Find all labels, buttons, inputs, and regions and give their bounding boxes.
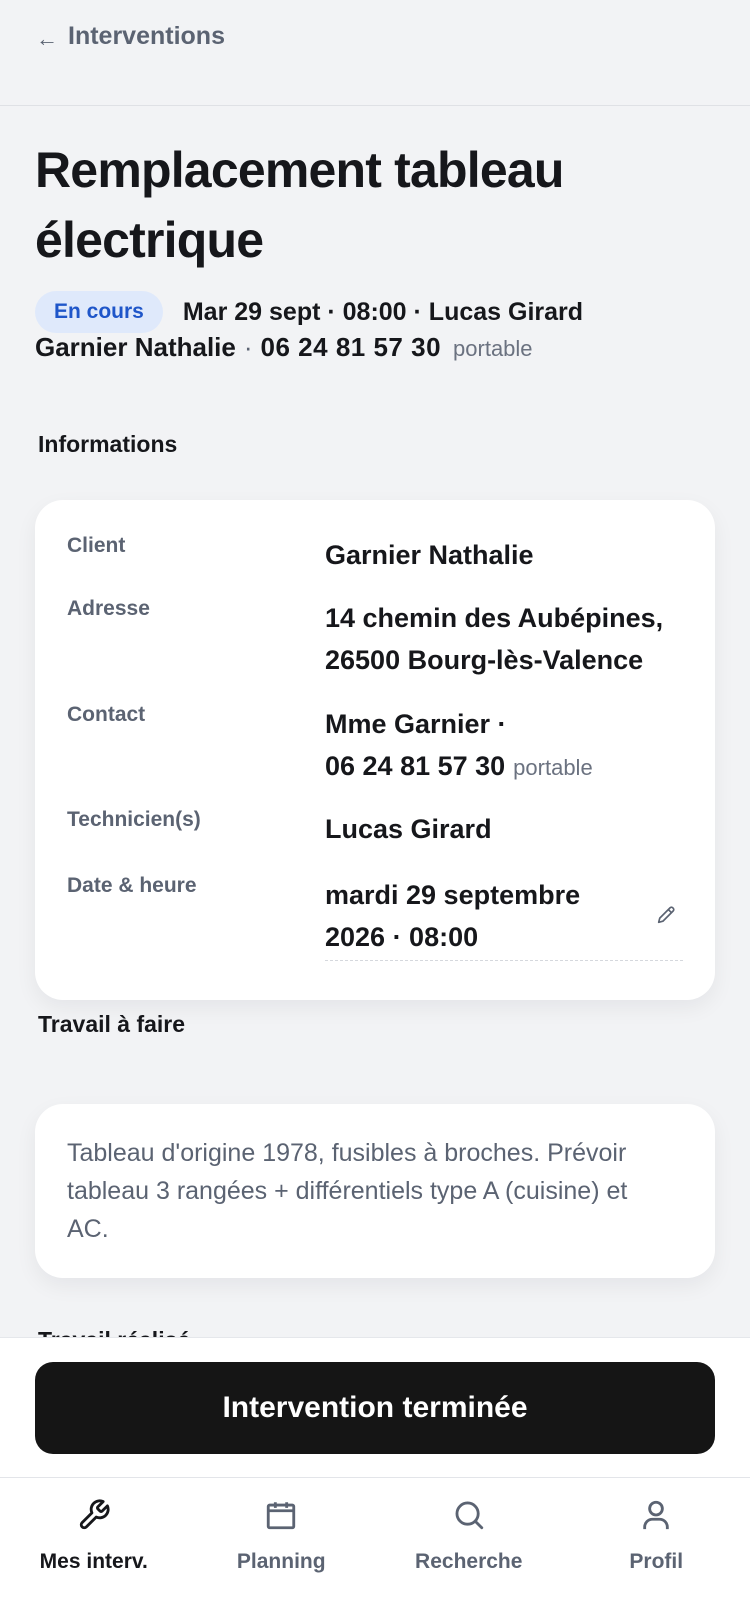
nav-label: Mes interv. [39, 1550, 148, 1573]
client-name: Garnier Nathalie [35, 332, 236, 362]
nav-item-mes-interventions[interactable]: Mes interv. [0, 1478, 188, 1623]
nav-item-planning[interactable]: Planning [188, 1478, 376, 1623]
page-title: Remplacement tableau électrique [35, 142, 564, 268]
info-label: Technicien(s) [67, 808, 201, 831]
work-todo-text: Tableau d'origine 1978, fusibles à broch… [67, 1139, 628, 1243]
top-bar: ← Interventions [0, 0, 750, 106]
finish-intervention-button[interactable]: Intervention terminée [35, 1362, 715, 1454]
info-label: Contact [67, 703, 146, 726]
info-value: Garnier Nathalie [325, 540, 534, 570]
date-time-value: mardi 29 septembre 2026 · 08:00 [325, 880, 581, 952]
work-todo-card: Tableau d'origine 1978, fusibles à broch… [35, 1104, 715, 1278]
nav-label: Profil [629, 1550, 684, 1573]
contact-name: Mme Garnier · [325, 709, 507, 739]
contact-value: Mme Garnier · 06 24 81 57 30 portable [325, 703, 685, 789]
wrench-icon [79, 1499, 110, 1530]
date-time-field[interactable]: mardi 29 septembre 2026 · 08:00 [325, 874, 683, 961]
nav-item-profil[interactable]: Profil [563, 1478, 750, 1623]
pencil-edit-icon[interactable] [655, 904, 677, 926]
search-icon [455, 1501, 483, 1530]
work-todo-section-title: Travail à faire [38, 1011, 186, 1037]
calendar-icon [267, 1502, 296, 1530]
action-bar: Intervention terminée [0, 1337, 750, 1477]
back-link-label: Interventions [68, 22, 225, 50]
back-arrow-icon: ← [36, 25, 58, 51]
info-label: Client [67, 534, 126, 557]
address-value[interactable]: 14 chemin des Aubépines, 26500 Bourg-lès… [325, 597, 685, 681]
summary-text: Mar 29 sept · 08:00 · Lucas Girard [182, 297, 584, 326]
work-done-section-title: Travail réalisé [38, 1327, 190, 1337]
summary-line: En cours Mar 29 sept · 08:00 · Lucas Gir… [35, 291, 583, 333]
bottom-navigation: Mes interv. Planning Recherche Profil [0, 1477, 750, 1623]
status-badge: En cours [35, 291, 163, 333]
separator: · [243, 332, 253, 362]
info-value: Lucas Girard [325, 814, 492, 844]
nav-label: Recherche [415, 1550, 523, 1573]
client-contact-line: Garnier Nathalie · 06 24 81 57 30 portab… [35, 332, 533, 363]
nav-item-recherche[interactable]: Recherche [375, 1478, 563, 1623]
user-icon [643, 1500, 669, 1530]
contact-phone-link[interactable]: 06 24 81 57 30 [325, 751, 505, 781]
client-phone-link[interactable]: 06 24 81 57 30 [261, 332, 442, 363]
informations-card: Client Garnier Nathalie Adresse 14 chemi… [35, 500, 715, 1000]
phone-type-label: portable [513, 755, 593, 780]
info-label: Adresse [67, 597, 150, 620]
intervention-detail-scroll[interactable]: Remplacement tableau électrique En cours… [0, 107, 750, 1337]
info-label: Date & heure [67, 874, 197, 897]
phone-type-label: portable [453, 336, 533, 361]
back-to-interventions-link[interactable]: ← Interventions [36, 22, 225, 51]
informations-section-title: Informations [38, 431, 178, 457]
nav-label: Planning [236, 1550, 326, 1573]
